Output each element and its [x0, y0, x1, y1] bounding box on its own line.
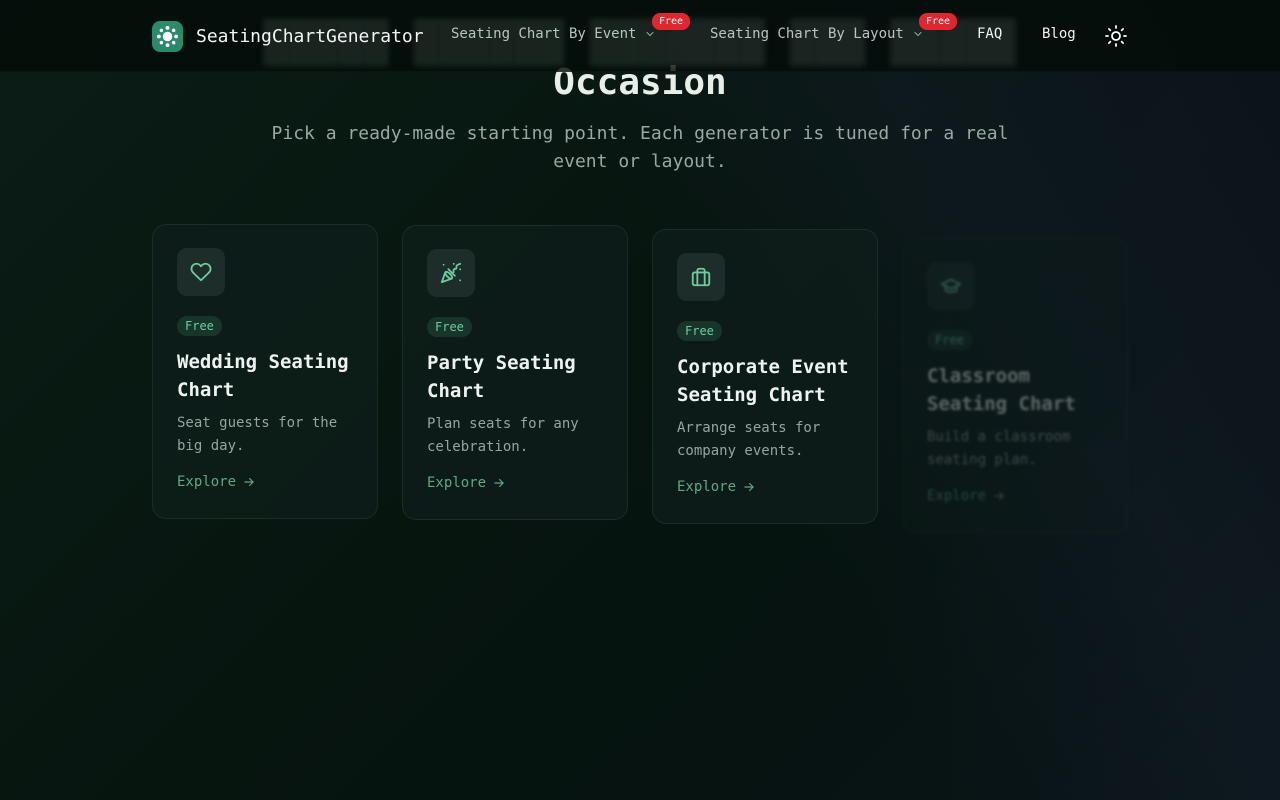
nav-label: Blog — [1042, 26, 1076, 42]
card-description: Plan seats for any celebration. — [427, 416, 579, 455]
explore-link[interactable]: Explore — [177, 474, 353, 490]
explore-link[interactable]: Explore — [677, 479, 853, 495]
briefcase-icon — [677, 253, 725, 301]
brand-home-link[interactable]: SeatingChartGenerator — [152, 20, 424, 52]
theme-toggle-button[interactable] — [1104, 24, 1128, 48]
chevron-down-icon — [914, 32, 922, 37]
card-description: Build a classroom seating plan. — [927, 429, 1071, 468]
explore-label: Explore — [427, 475, 487, 491]
explore-label: Explore — [177, 474, 237, 490]
graduation-cap-icon — [927, 262, 975, 310]
free-badge: Free — [919, 13, 958, 30]
arrow-right-icon — [744, 482, 754, 492]
brand-name: SeatingChartGenerator — [196, 25, 424, 47]
arrow-right-icon — [994, 491, 1004, 501]
nav-label: Seating Chart By Layout — [710, 26, 904, 42]
heart-icon — [177, 248, 225, 296]
free-badge: Free — [677, 321, 722, 341]
nav-label: Seating Chart By Event — [451, 26, 637, 42]
card-title: Wedding Seating Chart — [177, 351, 349, 401]
card-description: Arrange seats for company events. — [677, 420, 821, 459]
explore-label: Explore — [927, 488, 987, 504]
explore-label: Explore — [677, 479, 737, 495]
top-navbar: █████ ██████ ███████ ███ █████ SeatingCh… — [0, 0, 1280, 72]
card-wedding[interactable]: Free Wedding Seating Chart Seat guests f… — [152, 224, 378, 519]
free-badge: Free — [427, 317, 472, 337]
arrow-right-icon — [244, 477, 254, 487]
card-classroom[interactable]: Free Classroom Seating Chart Build a cla… — [902, 238, 1128, 533]
card-title: Corporate Event Seating Chart — [677, 356, 849, 406]
free-badge: Free — [177, 316, 222, 336]
card-party[interactable]: Free Party Seating Chart Plan seats for … — [402, 225, 628, 520]
nav-seating-by-layout[interactable]: Seating Chart By Layout — [710, 26, 924, 42]
party-popper-icon — [427, 249, 475, 297]
card-corporate[interactable]: Free Corporate Event Seating Chart Arran… — [652, 229, 878, 524]
card-description: Seat guests for the big day. — [177, 415, 338, 454]
free-badge: Free — [927, 330, 972, 350]
nav-blog[interactable]: Blog — [1042, 26, 1076, 42]
nav-faq[interactable]: FAQ — [977, 26, 1002, 42]
nav-label: FAQ — [977, 26, 1003, 42]
card-title: Classroom Seating Chart — [927, 365, 1076, 415]
table-seats-icon — [152, 20, 183, 52]
arrow-right-icon — [494, 478, 504, 488]
nav-seating-by-event[interactable]: Seating Chart By Event — [451, 26, 656, 42]
explore-link[interactable]: Explore — [927, 488, 1103, 504]
free-badge: Free — [652, 13, 691, 30]
chevron-down-icon — [646, 32, 654, 37]
explore-link[interactable]: Explore — [427, 475, 603, 491]
sun-icon — [1105, 25, 1127, 47]
page-subtitle: Pick a ready-made starting point. Each g… — [271, 123, 1009, 172]
card-title: Party Seating Chart — [427, 352, 576, 402]
